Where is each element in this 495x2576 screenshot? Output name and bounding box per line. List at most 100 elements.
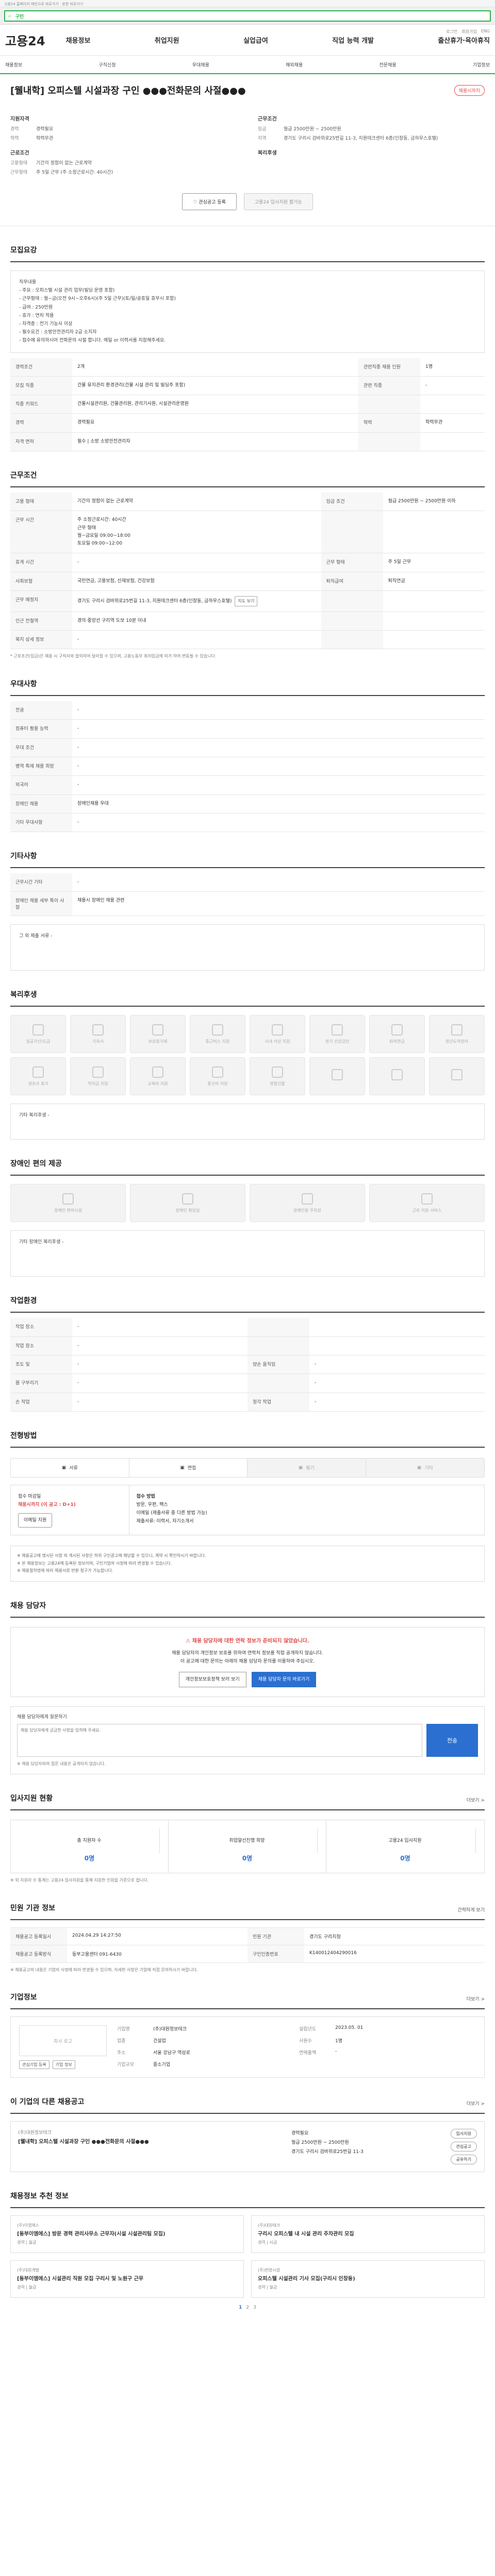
section-title: 채용 담당자	[10, 1600, 485, 1618]
subnav-item[interactable]: 전문채용	[380, 61, 397, 68]
table-row: 작업 장소 -	[10, 1318, 485, 1337]
more-link[interactable]: 더보기 >	[467, 2100, 485, 2107]
map-button[interactable]: 지도 보기	[235, 596, 258, 606]
recommend-title[interactable]: [동부이엠에스] 방문 경력 관리사무소 근무자(시설 시설관리팀 모집)	[17, 2230, 237, 2239]
email-apply-button[interactable]: 이메일 지원	[18, 1513, 53, 1528]
recommend-title[interactable]: [동부이엠에스] 시설관리 직원 모집 구리시 및 노원구 근무	[17, 2275, 237, 2284]
benefit-icon	[152, 1024, 163, 1036]
stat-value: 0명	[400, 1855, 410, 1862]
row-value-2	[383, 511, 485, 554]
preference-table: 전공 - 컴퓨터 활용 능력 - 우대 조건 - 병역 특례 채용 희망 - 외국어 - 장애인 채…	[10, 701, 485, 833]
menu-item[interactable]: 취업지원	[155, 35, 179, 45]
row-value: 2개	[72, 358, 358, 377]
info-header: 채용공고 등록일시	[10, 1927, 67, 1945]
benefit-icon	[32, 1066, 44, 1078]
table-row: 작업 장소 -	[10, 1336, 485, 1356]
company-value	[335, 2061, 476, 2070]
welfare-tag: 교육비 지원	[130, 1057, 186, 1096]
recommend-title[interactable]: 오피스텔 시설관리 기사 모집(구리시 인창동)	[258, 2275, 478, 2284]
company-logo-col: 회사 로고 관심기업 등록 기업 정보	[19, 2025, 107, 2070]
info-value: 동부고용센터 091-6430	[72, 1952, 122, 1957]
recommend-grid: (주)이엠에스 [동부이엠에스] 방문 경력 관리사무소 근무자(시설 시설관리팀…	[10, 2215, 485, 2298]
list-action-button[interactable]: 공유하기	[450, 2155, 477, 2165]
search-input[interactable]: ⌕ 구인	[4, 10, 491, 22]
subnav-item[interactable]: 기업정보	[473, 61, 490, 68]
job-list-item[interactable]: (주)대원정보테크 [웰내학] 오피스텔 시설과장 구인 ●●●전화문의 사절●…	[10, 2121, 485, 2173]
menu-item[interactable]: 실업급여	[243, 35, 268, 45]
more-link[interactable]: 더보기 >	[467, 1995, 485, 2002]
row-value-text: -	[77, 819, 79, 825]
welfare-tag: 기숙사	[70, 1015, 126, 1054]
list-action-button[interactable]: 관심공고	[450, 2142, 477, 2152]
step-label: 기타	[424, 1466, 433, 1471]
row-value-text: -	[77, 636, 79, 642]
table-row: 고용 형태 기간의 정함이 없는 근로계약 임금 조건 월급 2500만원 ~ 250…	[10, 492, 485, 512]
company-key	[299, 2061, 330, 2070]
menu-item[interactable]: 출산휴가·육아휴직	[438, 35, 490, 45]
row-value: -	[72, 775, 485, 795]
list-job-title[interactable]: [웰내학] 오피스텔 시설과장 구인 ●●●전화문의 사절●●●	[18, 2138, 281, 2147]
recommend-card[interactable]: (주)대원개발 [동부이엠에스] 시설관리 직원 모집 구리시 및 노원구 근무 경…	[10, 2260, 244, 2298]
row-value-text: -	[77, 560, 79, 565]
heart-icon: ♡	[193, 200, 199, 205]
table-row: 전공 -	[10, 701, 485, 720]
subnav-item[interactable]: 채용정보	[5, 61, 22, 68]
row-value-text: -	[77, 1399, 79, 1404]
tag-label: 청년도약장려	[445, 1039, 469, 1044]
utility-link[interactable]: 회원가입	[461, 29, 476, 35]
menu-item[interactable]: 채용정보	[66, 35, 91, 45]
row-value-text: 주 소정근로시간: 40시간 근무 형태 월~금요일 09:00~18:00 토…	[77, 517, 130, 547]
row-value-2: 월급 2500만원 ~ 2500만원 이하	[383, 492, 485, 512]
collapse-button[interactable]: 간략하게 보기	[457, 1906, 485, 1913]
job-description: 직무내용 - 주요 : 오피스텔 시설 관리 업무(빌딩 운영 포함) - 근무…	[10, 270, 485, 353]
list-action-button[interactable]: 입사지원	[450, 2129, 477, 2139]
row-header: 근무 예정지	[10, 590, 72, 612]
etc-section: 기타사항 근무시간 기타 - 장애인 채용 세부 특이 사항 채용시 장애인 채용 관…	[0, 851, 495, 971]
welfare-tag: 학자금 지원	[70, 1057, 126, 1096]
company-info-button[interactable]: 기업 정보	[52, 2060, 75, 2070]
subnav-item[interactable]: 해외채용	[286, 61, 303, 68]
send-button[interactable]: 전송	[426, 1724, 478, 1757]
row-header-2	[321, 590, 383, 612]
interest-button[interactable]: ♡ 관심공고 등록	[182, 193, 237, 210]
row-header: 고용 형태	[10, 492, 72, 512]
recommend-card[interactable]: (주)대원테크 구리시 오피스텔 내 시설 관리 주차관리 모집 경력 | 시급	[251, 2215, 485, 2253]
subnav-item[interactable]: 우대채용	[192, 61, 209, 68]
recommend-section: 채용정보 추천 정보 (주)이엠에스 [동부이엠에스] 방문 경력 관리사무소 근…	[0, 2191, 495, 2310]
search-icon[interactable]: ⌕	[8, 13, 11, 19]
question-input[interactable]	[17, 1724, 422, 1757]
company-value: 건설업	[153, 2039, 166, 2044]
page-number[interactable]: 2	[246, 2305, 249, 2310]
table-row: 자격 면허 필수 | 소방 소방안전관리자	[10, 432, 485, 451]
privacy-button[interactable]: 개인정보보호정책 보러 보기	[178, 1672, 246, 1688]
summary-row: 임금 월급 2500만원 ~ 2500만원	[258, 125, 485, 132]
menu-item[interactable]: 직업 능력 개발	[332, 35, 374, 45]
skip-links[interactable]: 고용24 홈페이지 메인으로 바로가기 · 본문 바로가기	[0, 0, 495, 7]
recommend-card[interactable]: (주)한양시설 오피스텔 시설관리 기사 모집(구리시 인창동) 경력 | 월급	[251, 2260, 485, 2298]
recommend-card[interactable]: (주)이엠에스 [동부이엠에스] 방문 경력 관리사무소 근무자(시설 시설관리팀…	[10, 2215, 244, 2253]
row-value: -	[72, 1336, 248, 1356]
page-number[interactable]: 1	[239, 2305, 242, 2310]
follow-company-button[interactable]: 관심기업 등록	[19, 2060, 50, 2070]
contact-manager-button[interactable]: 채용 담당자 문의 바로가기	[251, 1672, 317, 1688]
company-buttons: 관심기업 등록 기업 정보	[19, 2060, 107, 2070]
page-number[interactable]: 3	[253, 2305, 256, 2310]
tag-label: 일공가산/도급	[26, 1039, 51, 1044]
site-logo[interactable]: 고용24	[5, 31, 45, 49]
similar-title: 이 기업의 다른 채용공고	[10, 2098, 85, 2107]
welfare-tag: 근로 지원 서비스	[369, 1184, 485, 1223]
summary-row: 근무형태 주 5일 근무 (주 소정근로시간: 40시간)	[10, 168, 237, 175]
utility-link[interactable]: ENG	[481, 29, 490, 35]
recommend-title[interactable]: 구리시 오피스텔 내 시설 관리 주차관리 모집	[258, 2230, 478, 2239]
row-value-text: 건물시설관리원, 건물관리원, 관리기사원, 시설관리운영원	[77, 401, 189, 407]
conditions-table: 고용 형태 기간의 정함이 없는 근로계약 임금 조건 월급 2500만원 ~ 250…	[10, 492, 485, 650]
more-link[interactable]: 더보기 >	[467, 1797, 485, 1803]
stat-value: 0명	[242, 1855, 253, 1862]
row-value-text: 2개	[77, 364, 85, 369]
disabled-tags: 장애인 편의시설 장애인 화장실 장애인용 주차장 근로 지원 서비스	[10, 1184, 485, 1223]
row-value: -	[72, 757, 485, 776]
apply-button[interactable]: 고용24 입사지원 불가능	[243, 193, 313, 210]
row-header: 근무시간 기타	[10, 873, 72, 892]
subnav-item[interactable]: 구직신청	[98, 61, 116, 68]
utility-link[interactable]: 로그인	[446, 29, 457, 35]
